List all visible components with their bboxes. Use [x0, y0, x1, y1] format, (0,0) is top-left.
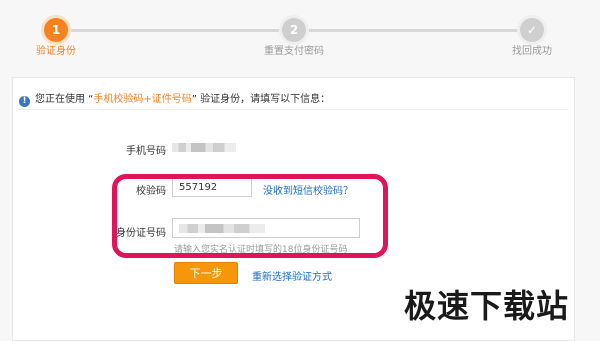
info-icon: ! [19, 96, 30, 107]
step-connector-2 [306, 29, 518, 32]
checkmark-icon: ✓ [526, 23, 538, 37]
step-2-label: 重置支付密码 [264, 46, 324, 57]
phone-number-masked [172, 143, 236, 152]
watermark-logo: 极速下载站 [404, 287, 570, 325]
progress-stepper: 1 验证身份 2 重置支付密码 ✓ 找回成功 [0, 0, 600, 70]
reselect-method-link[interactable]: 重新选择验证方式 [252, 268, 332, 283]
notice-suffix: ” 验证身份，请填写以下信息： [191, 94, 331, 105]
highlight-box [112, 174, 388, 258]
phone-label: 手机号码 [126, 146, 166, 157]
step-2-circle: 2 [282, 18, 306, 42]
step-3-circle: ✓ [520, 18, 544, 42]
verification-notice: ! 您正在使用 “手机校验码+证件号码” 验证身份，请填写以下信息： [19, 90, 330, 107]
step-1-circle: 1 [44, 18, 68, 42]
notice-method: 手机校验码+证件号码 [93, 94, 192, 105]
divider [19, 109, 568, 110]
step-1-label: 验证身份 [36, 46, 76, 57]
step-3-label: 找回成功 [512, 46, 552, 57]
step-2-number: 2 [289, 23, 299, 37]
step-connector-1 [68, 29, 280, 32]
step-1-number: 1 [51, 23, 61, 37]
next-button[interactable]: 下一步 [174, 262, 238, 284]
notice-prefix: 您正在使用 “ [35, 94, 94, 105]
